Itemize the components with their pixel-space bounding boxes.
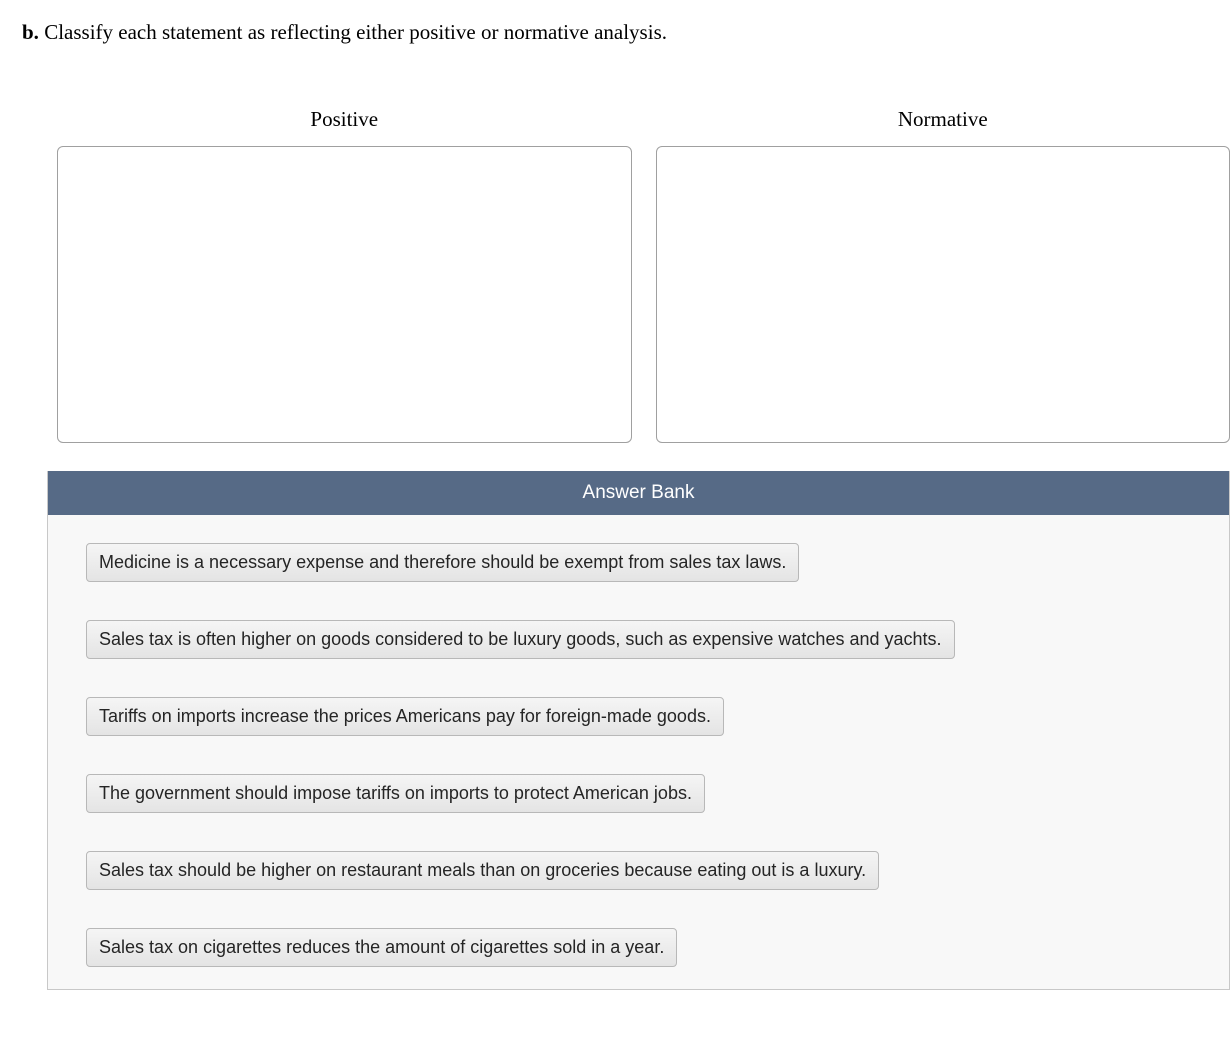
answer-item[interactable]: Sales tax should be higher on restaurant… xyxy=(86,851,879,890)
drop-zone-positive[interactable] xyxy=(57,146,632,443)
question-prompt: b. Classify each statement as reflecting… xyxy=(22,20,1230,45)
drop-zone-normative-label: Normative xyxy=(898,107,988,132)
answer-item[interactable]: Tariffs on imports increase the prices A… xyxy=(86,697,724,736)
answer-item[interactable]: Sales tax is often higher on goods consi… xyxy=(86,620,955,659)
answer-bank: Answer Bank Medicine is a necessary expe… xyxy=(47,471,1230,990)
drop-zones-container: Positive Normative xyxy=(22,107,1230,443)
question-text: Classify each statement as reflecting ei… xyxy=(44,20,667,44)
answer-item[interactable]: The government should impose tariffs on … xyxy=(86,774,705,813)
drop-zone-normative-container: Normative xyxy=(656,107,1230,443)
drop-zone-normative[interactable] xyxy=(656,146,1230,443)
drop-zone-positive-label: Positive xyxy=(310,107,378,132)
answer-bank-body: Medicine is a necessary expense and ther… xyxy=(48,515,1229,989)
drop-zone-positive-container: Positive xyxy=(57,107,632,443)
answer-item[interactable]: Sales tax on cigarettes reduces the amou… xyxy=(86,928,677,967)
answer-item[interactable]: Medicine is a necessary expense and ther… xyxy=(86,543,799,582)
question-part-label: b. xyxy=(22,20,39,44)
answer-bank-header: Answer Bank xyxy=(48,471,1229,515)
